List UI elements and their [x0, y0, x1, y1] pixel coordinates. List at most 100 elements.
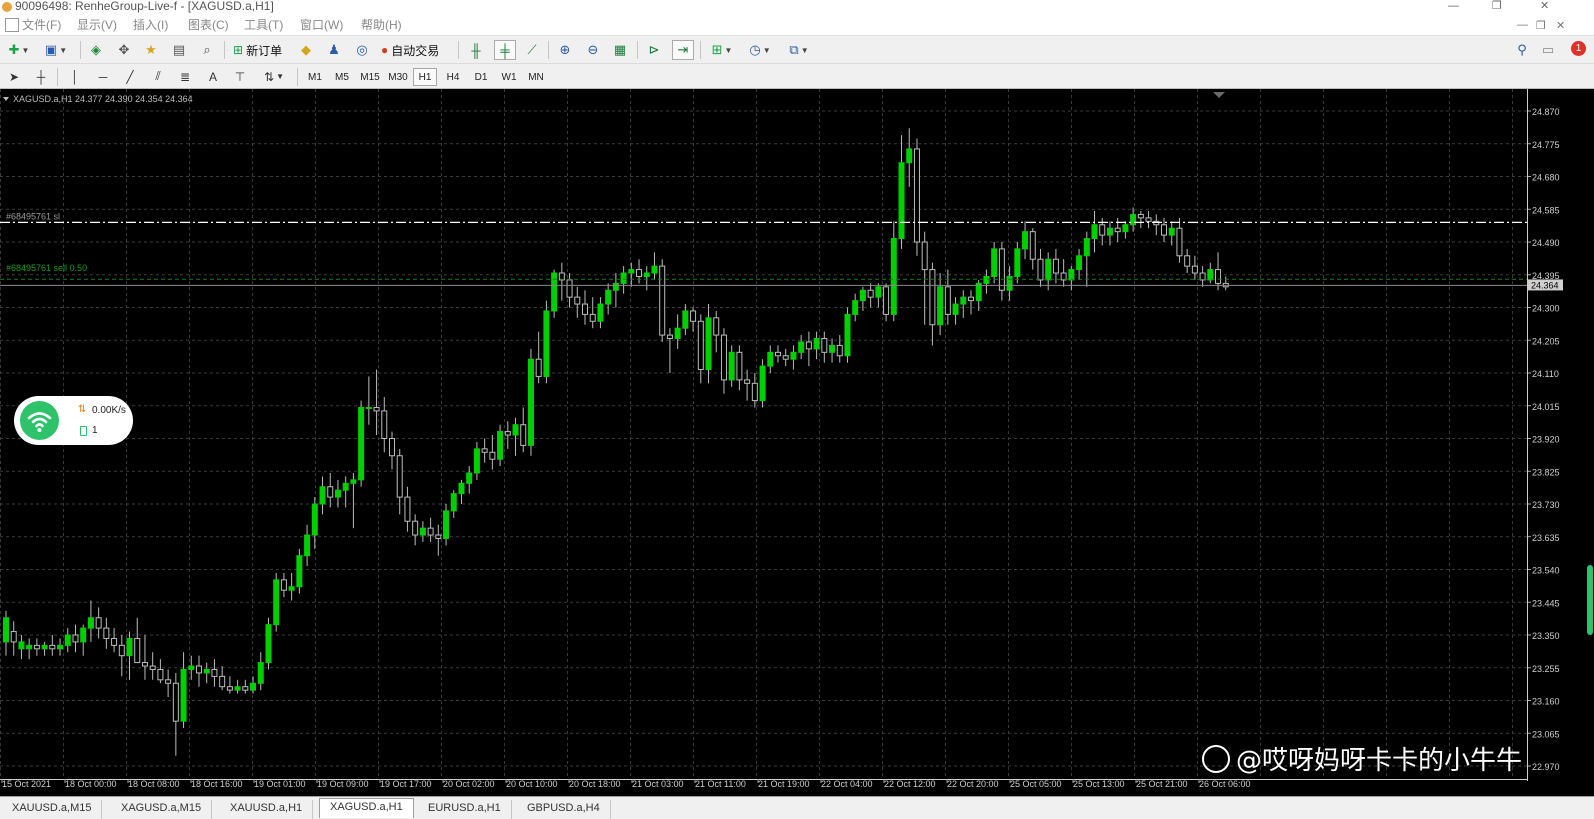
candle-bull[interactable]	[57, 644, 64, 650]
candle-bull[interactable]	[643, 272, 650, 277]
chart-canvas[interactable]: 24.87024.77524.68024.58524.49024.39524.3…	[0, 89, 1594, 796]
candle-bear[interactable]	[481, 448, 488, 453]
candle-bear[interactable]	[1215, 269, 1222, 284]
candle-bear[interactable]	[720, 334, 727, 381]
signals-button[interactable]: ♟	[324, 40, 344, 60]
candle-bear[interactable]	[751, 382, 758, 402]
candle-bull[interactable]	[1045, 258, 1052, 281]
chart-shift-marker[interactable]	[1213, 92, 1225, 98]
candle-bull[interactable]	[551, 272, 558, 312]
candle-bull[interactable]	[1130, 213, 1137, 226]
timeframe-m5[interactable]: M5	[330, 68, 354, 86]
candle-bear[interactable]	[805, 341, 812, 350]
candle-bull[interactable]	[790, 351, 797, 360]
indicators-button[interactable]: ⊞ ▼	[706, 40, 738, 60]
candle-bear[interactable]	[659, 265, 666, 336]
arrows-button[interactable]: ⇅ ▼	[258, 67, 290, 86]
menu-file[interactable]: 文件(F)	[22, 18, 61, 32]
candle-bull[interactable]	[419, 527, 426, 536]
timeframe-m30[interactable]: M30	[386, 68, 410, 86]
candle-bull[interactable]	[759, 365, 766, 402]
candle-bear[interactable]	[913, 148, 920, 243]
tab-xagusd-m15[interactable]: XAGUSD.a,M15	[111, 800, 213, 819]
tab-xagusd-h1[interactable]: XAGUSD.a,H1	[319, 798, 414, 818]
restore-button[interactable]: ❐	[1492, 0, 1502, 12]
candle-bull[interactable]	[952, 303, 959, 315]
line-chart-button[interactable]: ⟋	[522, 40, 542, 60]
candle-bear[interactable]	[10, 631, 17, 643]
candle-bear[interactable]	[921, 241, 928, 271]
candle-bull[interactable]	[265, 624, 272, 664]
candle-bull[interactable]	[234, 686, 241, 691]
candlestick-chart-button[interactable]: ╪	[494, 40, 516, 60]
search-button[interactable]: ⚲	[1512, 40, 1532, 60]
mdi-minimize-button[interactable]: —	[1517, 19, 1528, 31]
data-window-button[interactable]: ✥	[114, 40, 134, 60]
scroll-indicator[interactable]	[1587, 565, 1593, 635]
bar-chart-button[interactable]: ╫	[466, 40, 486, 60]
candle-bear[interactable]	[566, 279, 573, 298]
channel-button[interactable]: ⫽	[148, 67, 168, 86]
market-watch-button[interactable]: ◈	[86, 40, 106, 60]
candle-bull[interactable]	[458, 482, 465, 495]
candle-bear[interactable]	[998, 248, 1005, 291]
text-label-button[interactable]: ⊤	[230, 67, 250, 86]
candle-bull[interactable]	[1122, 224, 1129, 233]
templates-button[interactable]: ⧉ ▼	[782, 40, 816, 60]
candle-bull[interactable]	[1014, 248, 1021, 277]
broadcast-button[interactable]: ◎	[352, 40, 372, 60]
candle-bear[interactable]	[196, 665, 202, 674]
tab-xauusd-m15[interactable]: XAUUSD.a,M15	[2, 800, 103, 819]
candle-bull[interactable]	[296, 555, 303, 588]
candle-bull[interactable]	[18, 641, 25, 650]
candle-bear[interactable]	[929, 269, 936, 326]
candle-bull[interactable]	[682, 310, 689, 329]
timeframe-w1[interactable]: W1	[497, 68, 521, 86]
candle-bull[interactable]	[350, 479, 357, 484]
candle-bull[interactable]	[1022, 231, 1029, 250]
candle-bull[interactable]	[983, 275, 990, 284]
candle-bear[interactable]	[713, 317, 720, 336]
minimize-button[interactable]: —	[1448, 0, 1459, 12]
candle-bear[interactable]	[520, 424, 527, 446]
notification-badge[interactable]: 1	[1571, 41, 1586, 56]
candle-bear[interactable]	[1184, 255, 1191, 267]
candle-bear[interactable]	[95, 617, 102, 629]
candle-bull[interactable]	[890, 238, 897, 315]
periods-button[interactable]: ◷ ▼	[744, 40, 776, 60]
candle-bear[interactable]	[373, 406, 380, 412]
candle-bear[interactable]	[489, 451, 496, 460]
candle-bull[interactable]	[859, 289, 866, 302]
candle-bull[interactable]	[512, 424, 519, 436]
candle-bull[interactable]	[358, 406, 365, 481]
candle-bull[interactable]	[473, 448, 480, 474]
candle-bear[interactable]	[219, 675, 226, 688]
candle-bear[interactable]	[574, 296, 581, 305]
menu-insert[interactable]: 插入(I)	[133, 18, 168, 32]
navigator-button[interactable]: ★	[141, 40, 161, 60]
candle-bear[interactable]	[427, 527, 434, 536]
candle-bear[interactable]	[72, 634, 79, 643]
timeframe-h1[interactable]: H1	[413, 68, 437, 86]
candle-bull[interactable]	[975, 282, 982, 302]
candle-bull[interactable]	[334, 489, 341, 498]
candle-bull[interactable]	[605, 289, 612, 305]
candle-bear[interactable]	[111, 637, 118, 646]
chat-button[interactable]: ▭	[1538, 40, 1558, 60]
candle-bear[interactable]	[968, 296, 974, 302]
candle-bear[interactable]	[242, 686, 249, 691]
candle-bull[interactable]	[1076, 255, 1083, 271]
menu-window[interactable]: 窗口(W)	[300, 18, 343, 32]
mdi-close-button[interactable]: ✕	[1556, 19, 1565, 32]
candle-bull[interactable]	[180, 668, 187, 722]
candle-bull[interactable]	[342, 482, 349, 491]
menu-charts[interactable]: 图表(C)	[188, 18, 229, 32]
candle-bear[interactable]	[1137, 213, 1144, 219]
network-speed-widget[interactable]: ⇅ 0.00K/s 1	[14, 396, 133, 445]
fibonacci-button[interactable]: ≣	[175, 67, 195, 86]
auto-trading-button[interactable]: ● 自动交易	[378, 40, 442, 60]
candle-bull[interactable]	[543, 310, 550, 377]
candle-bull[interactable]	[1091, 224, 1098, 240]
candle-bear[interactable]	[327, 486, 334, 498]
candle-bull[interactable]	[26, 644, 33, 650]
